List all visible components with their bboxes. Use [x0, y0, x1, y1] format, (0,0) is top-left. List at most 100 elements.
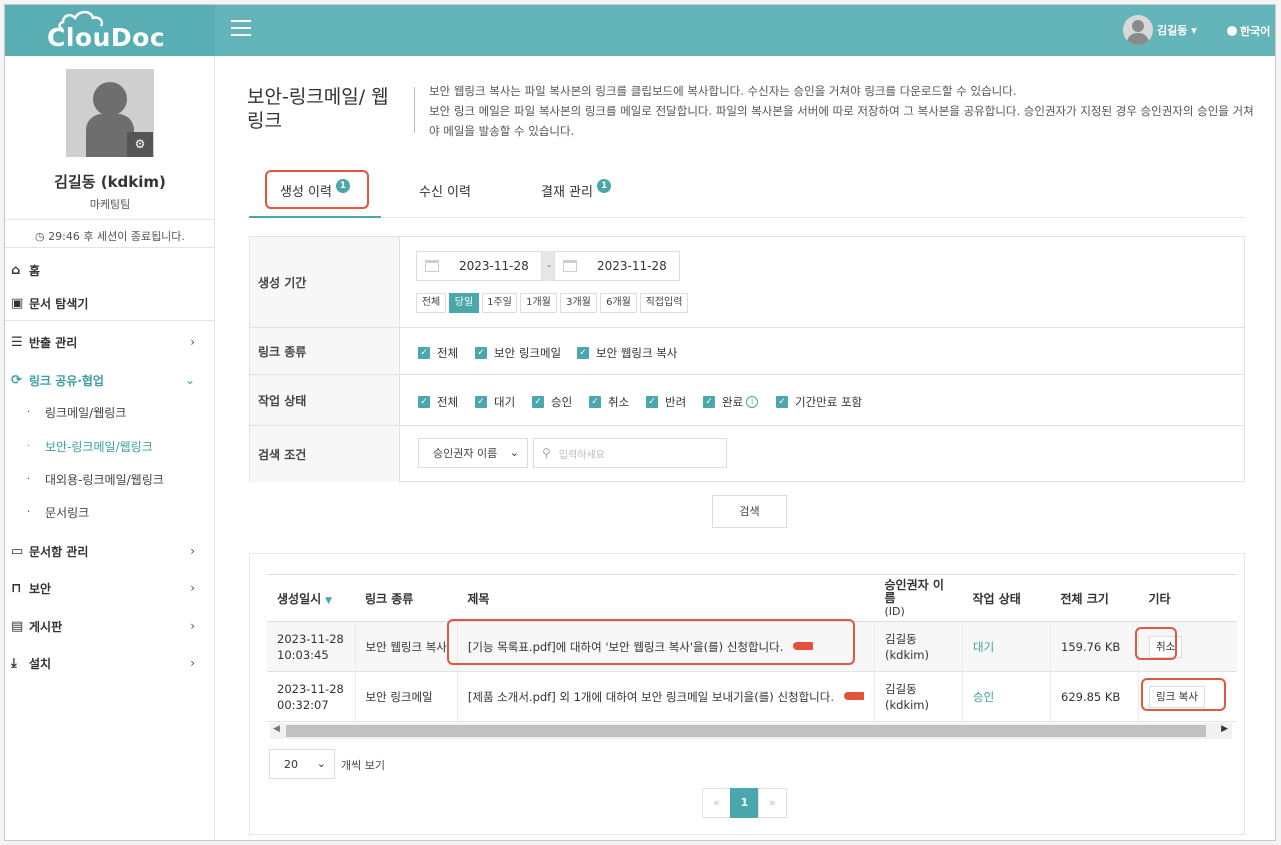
search-field-select[interactable]: 승인권자 이름 ⌄	[418, 438, 528, 468]
header-label: 링크 종류	[365, 591, 414, 606]
page-size-label: 개씩 보기	[341, 759, 385, 772]
nav-security[interactable]: ⊓ 보안 ›	[5, 574, 215, 602]
page-title: 보안-링크메일/ 웹링크	[247, 85, 397, 133]
subnav-linkmail[interactable]: · 링크메일/웹링크	[5, 399, 215, 425]
horizontal-scrollbar[interactable]: ◀ ▶	[270, 723, 1232, 739]
search-input[interactable]: ⚲ 입력하세요	[533, 438, 727, 468]
subnav-secure-linkmail[interactable]: · 보안-링크메일/웹링크	[5, 433, 215, 459]
gear-icon[interactable]: ⚙	[127, 132, 153, 157]
checkbox-label: 기간만료 포함	[795, 395, 863, 409]
nav-explorer[interactable]: ▣ 문서 탐색기	[5, 289, 215, 317]
scroll-left-icon[interactable]: ◀	[273, 724, 280, 734]
description-line: 보안 링크 메일은 파일 복사본의 링크를 메일로 전달합니다. 파일의 복사본…	[429, 104, 1254, 138]
app-window: ClouDoc 김길동 ▾ 한국어 ⚙ 김길동 (kdkim) 마케팅팀 ◷ 2…	[4, 4, 1276, 841]
home-icon: ⌂	[11, 262, 21, 278]
sort-down-icon: ▼	[325, 595, 333, 606]
prev-page-button[interactable]: «	[702, 788, 731, 818]
checkbox-status-rejected[interactable]: ✓ 반려	[646, 394, 686, 410]
tab-created-history[interactable]: 생성 이력 1	[249, 172, 381, 218]
check-icon: ✓	[646, 396, 658, 408]
checkbox-status-done[interactable]: ✓ 완료 i	[703, 394, 759, 410]
quick-today-button[interactable]: 당일	[449, 293, 479, 313]
date-to-input[interactable]: 2023-11-28	[554, 251, 680, 281]
quick-custom-button[interactable]: 직접입력	[640, 293, 688, 313]
quick-1month-button[interactable]: 1개월	[520, 293, 557, 313]
search-button[interactable]: 검색	[712, 495, 787, 528]
size-text: 629.85 KB	[1061, 689, 1121, 704]
info-icon[interactable]: i	[746, 396, 759, 408]
checkbox-label: 완료	[722, 395, 744, 409]
cell-type: 보안 웹링크 복사	[355, 621, 458, 672]
description-line: 보안 웹링크 복사는 파일 복사본의 링크를 클립보드에 복사합니다. 수신자는…	[429, 84, 1017, 98]
nav-label: 게시판	[29, 619, 63, 634]
scrollbar-thumb[interactable]	[286, 725, 1206, 737]
nav-link-share[interactable]: ⟳ 링크 공유·협업 ⌄	[5, 366, 215, 394]
checkbox-label: 반려	[665, 395, 687, 409]
cell-title[interactable]: [제품 소개서.pdf] 외 1개에 대하여 보안 링크메일 보내기을(를) 신…	[457, 671, 876, 722]
table-header-row: 생성일시 ▼ 링크 종류 제목 승인권자 이름 (ID) 작업 상태 전체 크기 기…	[267, 574, 1237, 622]
menu-toggle-icon[interactable]	[231, 20, 251, 36]
checkbox-status-cancelled[interactable]: ✓ 취소	[589, 394, 629, 410]
filter-label: 검색 조건	[250, 426, 400, 482]
logo[interactable]: ClouDoc	[5, 5, 215, 56]
checkbox-linktype-weblink[interactable]: ✓ 보안 웹링크 복사	[577, 345, 677, 361]
approver-id: (kdkim)	[885, 647, 929, 662]
checkbox-status-waiting[interactable]: ✓ 대기	[475, 394, 515, 410]
nav-docbox[interactable]: ▭ 문서함 관리 ›	[5, 537, 215, 565]
quick-3month-button[interactable]: 3개월	[560, 293, 597, 313]
explorer-icon: ▣	[11, 295, 24, 311]
type-text: 보안 링크메일	[365, 689, 433, 704]
user-menu[interactable]: 김길동 ▾	[1123, 15, 1197, 45]
select-value: 20	[284, 757, 298, 771]
avatar	[1123, 15, 1153, 45]
subnav-label: 대외용-링크메일/웹링크	[45, 472, 164, 487]
quick-6month-button[interactable]: 6개월	[600, 293, 637, 313]
filter-row-period: 생성 기간 2023-11-28 - 2023-11-28 전체 당일 1주일 …	[250, 237, 1244, 328]
language-selector[interactable]: 한국어	[1227, 23, 1270, 39]
count-badge: 1	[336, 179, 351, 193]
top-bar: ClouDoc 김길동 ▾ 한국어	[5, 5, 1275, 56]
filter-row-search: 검색 조건 승인권자 이름 ⌄ ⚲ 입력하세요	[250, 426, 1244, 482]
header-sublabel: (ID)	[884, 604, 905, 618]
cell-title[interactable]: [기능 목록표.pdf]에 대하여 '보안 웹링크 복사'을(를) 신청합니다.	[457, 621, 876, 672]
divider	[5, 247, 215, 248]
cancel-button[interactable]: 취소	[1149, 635, 1183, 658]
chevron-right-icon: ›	[190, 581, 195, 595]
nav-home[interactable]: ⌂ 홈	[5, 256, 215, 284]
nav-install[interactable]: ⤓ 설치 ›	[5, 649, 215, 677]
tab-approval[interactable]: 결재 관리 1	[541, 172, 612, 218]
table-row[interactable]: 2023-11-28 10:03:45 보안 웹링크 복사 [기능 목록표.pdf…	[267, 621, 1237, 672]
checkbox-linktype-mail[interactable]: ✓ 보안 링크메일	[475, 345, 561, 361]
scroll-right-icon[interactable]: ▶	[1221, 724, 1228, 734]
tab-label: 수신 이력	[419, 185, 471, 200]
status-badge: 승인	[973, 689, 995, 704]
date-value: 2023-11-28	[597, 259, 667, 273]
language-label: 한국어	[1240, 25, 1271, 38]
tab-received-history[interactable]: 수신 이력	[419, 172, 471, 218]
checkbox-status-all[interactable]: ✓ 전체	[418, 394, 458, 410]
quick-all-button[interactable]: 전체	[416, 293, 446, 313]
quick-1week-button[interactable]: 1주일	[482, 293, 517, 313]
divider	[414, 87, 415, 133]
page-1-button[interactable]: 1	[730, 788, 759, 818]
subnav-external-linkmail[interactable]: · 대외용-링크메일/웹링크	[5, 466, 215, 492]
search-placeholder: 입력하세요	[558, 449, 605, 461]
date-from-input[interactable]: 2023-11-28	[416, 251, 542, 281]
col-date-header[interactable]: 생성일시 ▼	[267, 574, 355, 622]
page-size-select[interactable]: 20 ⌄	[269, 749, 335, 779]
nav-label: 문서 탐색기	[29, 296, 89, 311]
checkbox-label: 보안 웹링크 복사	[596, 346, 678, 360]
checkbox-status-expired[interactable]: ✓ 기간만료 포함	[776, 394, 862, 410]
copy-link-button[interactable]: 링크 복사	[1149, 685, 1205, 708]
next-page-button[interactable]: »	[758, 788, 787, 818]
nav-board[interactable]: ▤ 게시판 ›	[5, 612, 215, 640]
col-status-header: 작업 상태	[962, 574, 1051, 622]
table-row[interactable]: 2023-11-28 00:32:07 보안 링크메일 [제품 소개서.pdf] …	[267, 671, 1237, 722]
title-text: [제품 소개서.pdf] 외 1개에 대하여 보안 링크메일 보내기을(를) 신…	[467, 689, 834, 704]
checkbox-linktype-all[interactable]: ✓ 전체	[418, 345, 458, 361]
chevron-right-icon: ›	[190, 656, 195, 670]
nav-export[interactable]: ☰ 반출 관리 ›	[5, 328, 215, 356]
checkbox-status-approved[interactable]: ✓ 승인	[532, 394, 572, 410]
subnav-doclink[interactable]: · 문서링크	[5, 499, 215, 525]
nav-label: 반출 관리	[29, 335, 78, 350]
